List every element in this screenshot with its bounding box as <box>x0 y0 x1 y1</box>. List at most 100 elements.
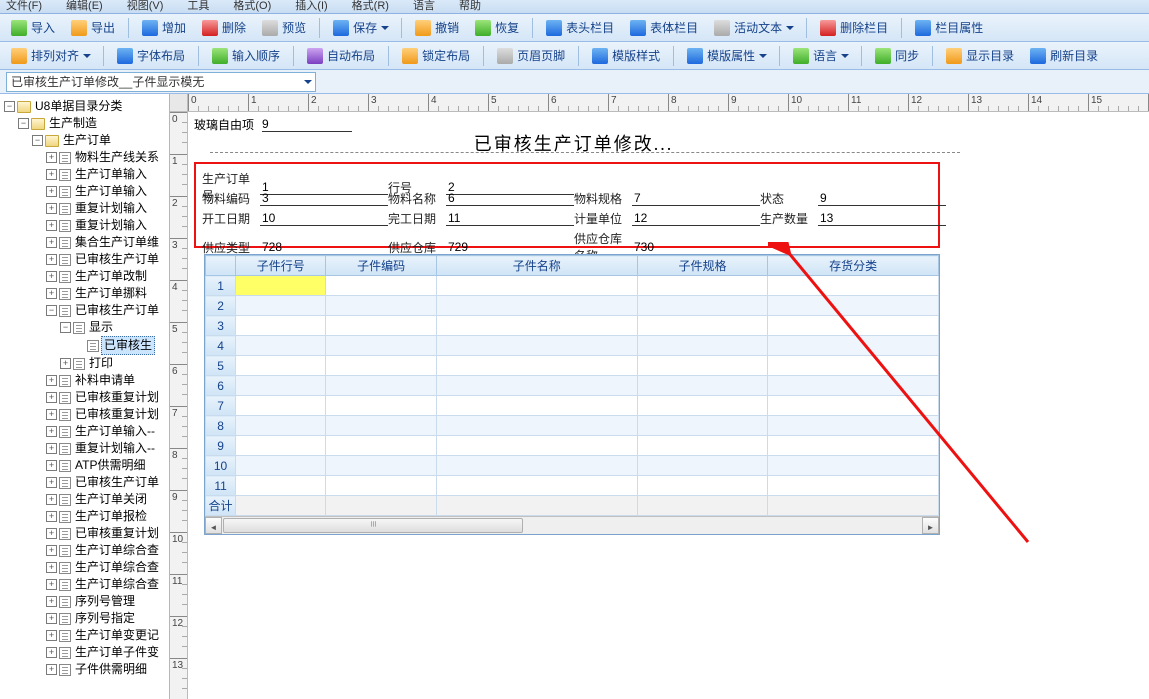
grid-cell[interactable] <box>436 416 637 436</box>
table-row[interactable]: 4 <box>206 336 939 356</box>
tree-expander[interactable]: + <box>46 630 57 641</box>
tree-item-label[interactable]: 打印 <box>87 355 115 372</box>
grid-cell[interactable] <box>326 436 436 456</box>
canvas[interactable]: 玻璃自由项 9 已审核生产订单修改... 生产订单号1行号2 物料编码3物料名称… <box>188 112 1149 699</box>
grid-cell[interactable] <box>768 296 939 316</box>
tree-item-label[interactable]: 重复计划输入-- <box>73 440 157 457</box>
tree-expander[interactable]: + <box>46 613 57 624</box>
tree-expander[interactable]: + <box>46 460 57 471</box>
tree-expander[interactable]: − <box>60 322 71 333</box>
tree-expander[interactable]: + <box>60 358 71 369</box>
grid-cell[interactable] <box>326 416 436 436</box>
grid-cell[interactable] <box>436 336 637 356</box>
tree-expander[interactable]: + <box>46 254 57 265</box>
grid-cell[interactable] <box>637 436 768 456</box>
grid-col-header[interactable]: 子件规格 <box>637 256 768 276</box>
grid-col-header[interactable]: 子件行号 <box>236 256 326 276</box>
auto-layout-button[interactable]: 自动布局 <box>300 45 382 67</box>
grid-cell[interactable] <box>637 376 768 396</box>
grid-cell[interactable] <box>637 296 768 316</box>
tree-item-label[interactable]: 已审核重复计划 <box>73 406 161 423</box>
grid-cell[interactable] <box>326 316 436 336</box>
tree-expander[interactable]: − <box>46 305 57 316</box>
template-combo[interactable]: 已审核生产订单修改__子件显示模无 <box>6 72 316 92</box>
tree-expander[interactable]: + <box>46 392 57 403</box>
tree-expander[interactable]: + <box>46 664 57 675</box>
tree-expander[interactable]: + <box>46 596 57 607</box>
grid-cell[interactable] <box>768 356 939 376</box>
grid-cell[interactable] <box>236 336 326 356</box>
grid-cell[interactable] <box>436 376 637 396</box>
tree-expander[interactable]: + <box>46 647 57 658</box>
grid-cell[interactable] <box>768 476 939 496</box>
add-button[interactable]: 增加 <box>135 17 193 39</box>
table-row[interactable]: 8 <box>206 416 939 436</box>
row-header[interactable]: 6 <box>206 376 236 396</box>
table-row[interactable]: 10 <box>206 456 939 476</box>
menu-item[interactable]: 格式(O) <box>233 0 271 13</box>
tree-expander[interactable]: − <box>32 135 43 146</box>
menu-item[interactable]: 视图(V) <box>127 0 164 13</box>
grid-cell[interactable] <box>326 276 436 296</box>
tree-item-label[interactable]: 生产订单输入-- <box>73 423 157 440</box>
grid-cell[interactable] <box>236 476 326 496</box>
tree-expander[interactable]: + <box>46 220 57 231</box>
grid-cell[interactable] <box>326 356 436 376</box>
grid-cell[interactable] <box>768 396 939 416</box>
grid-cell[interactable] <box>768 416 939 436</box>
menu-item[interactable]: 帮助 <box>459 0 481 13</box>
form-field[interactable]: 计量单位12 <box>574 210 760 227</box>
grid-cell[interactable] <box>236 296 326 316</box>
table-row[interactable]: 2 <box>206 296 939 316</box>
row-header[interactable]: 8 <box>206 416 236 436</box>
tree-item-label[interactable]: 子件供需明细 <box>73 661 149 678</box>
tree-expander[interactable]: + <box>46 152 57 163</box>
export-button[interactable]: 导出 <box>64 17 122 39</box>
tree-item-label[interactable]: 已审核生产订单 <box>73 474 161 491</box>
page-header-footer-button[interactable]: 页眉页脚 <box>490 45 572 67</box>
tree-item-label[interactable]: U8单据目录分类 <box>33 98 124 115</box>
tree-item-label[interactable]: 已审核生产订单 <box>73 302 161 319</box>
tree-item-label[interactable]: 重复计划输入 <box>73 217 149 234</box>
tree-item-label[interactable]: 生产订单变更记 <box>73 627 161 644</box>
grid-cell[interactable] <box>436 316 637 336</box>
grid-col-header[interactable]: 存货分类 <box>768 256 939 276</box>
grid-cell[interactable] <box>637 456 768 476</box>
grid-cell[interactable] <box>436 296 637 316</box>
form-field[interactable]: 供应类型728 <box>202 239 388 256</box>
grid-cell[interactable] <box>768 456 939 476</box>
menu-item[interactable]: 语言 <box>413 0 435 13</box>
show-toc-button[interactable]: 显示目录 <box>939 45 1021 67</box>
tree-item-label[interactable]: ATP供需明细 <box>73 457 147 474</box>
grid-cell[interactable] <box>768 276 939 296</box>
undo-button[interactable]: 撤销 <box>408 17 466 39</box>
row-header[interactable]: 9 <box>206 436 236 456</box>
tree-expander[interactable]: + <box>46 443 57 454</box>
detail-grid[interactable]: 子件行号子件编码子件名称子件规格存货分类 1234567891011 合计 <box>204 254 940 535</box>
row-header[interactable]: 3 <box>206 316 236 336</box>
form-field[interactable]: 生产数量13 <box>760 210 946 227</box>
tree-expander[interactable]: − <box>4 101 15 112</box>
grid-col-header[interactable]: 子件编码 <box>326 256 436 276</box>
grid-cell[interactable] <box>236 276 326 296</box>
tree-item-label[interactable]: 生产订单输入 <box>73 183 149 200</box>
redo-button[interactable]: 恢复 <box>468 17 526 39</box>
grid-cell[interactable] <box>768 436 939 456</box>
menu-item[interactable]: 文件(F) <box>6 0 42 13</box>
grid-cell[interactable] <box>236 376 326 396</box>
import-button[interactable]: 导入 <box>4 17 62 39</box>
tree-item-label[interactable]: 生产制造 <box>47 115 99 132</box>
grid-cell[interactable] <box>236 416 326 436</box>
tree-expander[interactable]: + <box>46 271 57 282</box>
grid-cell[interactable] <box>637 276 768 296</box>
row-header[interactable]: 10 <box>206 456 236 476</box>
tree-expander[interactable]: + <box>46 186 57 197</box>
form-field[interactable]: 物料名称6 <box>388 190 574 207</box>
tree-item-label[interactable]: 已审核生 <box>101 336 155 355</box>
grid-cell[interactable] <box>236 316 326 336</box>
scroll-thumb[interactable] <box>223 518 523 533</box>
tree-item-label[interactable]: 生产订单综合查 <box>73 576 161 593</box>
menu-item[interactable]: 插入(I) <box>295 0 327 13</box>
grid-hscrollbar[interactable] <box>205 516 939 534</box>
form-field[interactable]: 物料规格7 <box>574 190 760 207</box>
